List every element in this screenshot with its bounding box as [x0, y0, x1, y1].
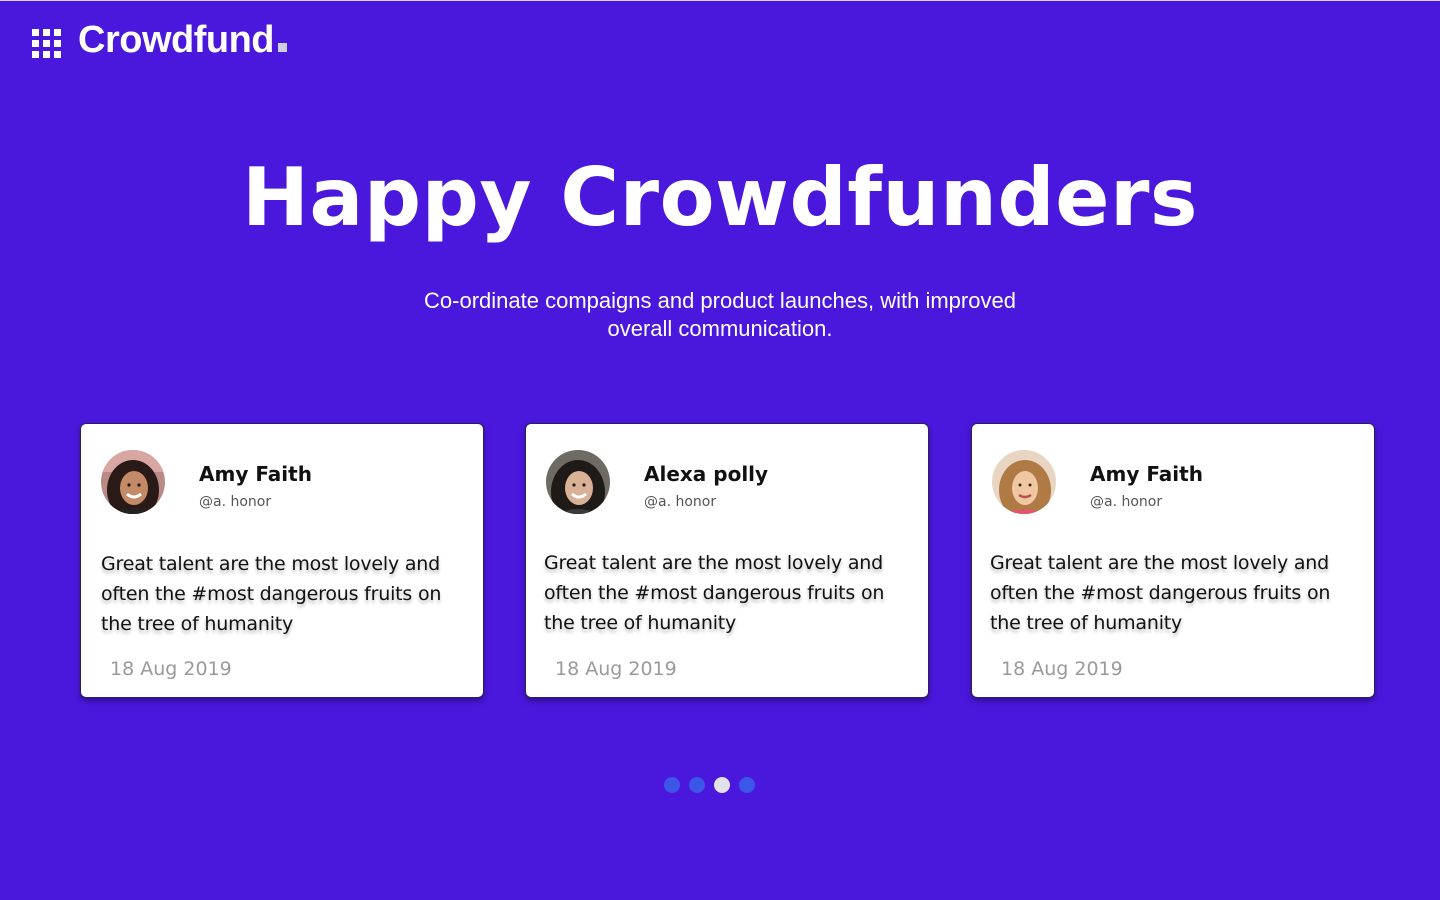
grid-icon: [32, 29, 62, 59]
testimonial-line: often the #most dangerous fruits on: [544, 582, 885, 604]
testimonial-date: 18 Aug 2019: [555, 658, 677, 680]
testimonial-date: 18 Aug 2019: [110, 658, 232, 680]
author-name: Amy Faith: [1090, 462, 1203, 486]
testimonial-text: Great talent are the most lovely and oft…: [544, 548, 914, 638]
author-handle: @a. honor: [1090, 494, 1163, 510]
brand-dot: [278, 43, 288, 52]
testimonial-card: Alexa polly @a. honor Great talent are t…: [525, 423, 929, 698]
subtitle-line-1: Co-ordinate compaigns and product launch…: [424, 288, 1016, 313]
testimonial-text: Great talent are the most lovely and oft…: [101, 549, 471, 639]
testimonial-line: the tree of humanity: [544, 612, 737, 634]
testimonial-date: 18 Aug 2019: [1001, 658, 1123, 680]
subtitle-line-2: overall communication.: [607, 316, 833, 341]
carousel-dot-2[interactable]: [689, 777, 705, 793]
author-name: Alexa polly: [644, 462, 769, 486]
carousel-pagination: [664, 777, 755, 793]
testimonial-line: Great talent are the most lovely and: [101, 553, 440, 575]
top-border: [0, 0, 1440, 1]
author-handle: @a. honor: [199, 494, 272, 510]
testimonial-line: Great talent are the most lovely and: [990, 552, 1329, 574]
testimonial-line: the tree of humanity: [101, 613, 294, 635]
carousel-dot-3[interactable]: [714, 777, 730, 793]
author-name: Amy Faith: [199, 462, 312, 486]
avatar: [992, 450, 1056, 514]
carousel-dot-1[interactable]: [664, 777, 680, 793]
author-handle: @a. honor: [644, 494, 717, 510]
testimonial-text: Great talent are the most lovely and oft…: [990, 548, 1360, 638]
avatar: [546, 450, 610, 514]
testimonial-line: often the #most dangerous fruits on: [990, 582, 1331, 604]
carousel-dot-4[interactable]: [739, 777, 755, 793]
testimonial-line: the tree of humanity: [990, 612, 1183, 634]
page-subtitle: Co-ordinate compaigns and product launch…: [380, 287, 1060, 343]
page-title: Happy Crowdfunders: [241, 151, 1199, 244]
testimonial-line: often the #most dangerous fruits on: [101, 583, 442, 605]
brand-name: Crowdfund: [78, 19, 275, 61]
testimonial-card: Amy Faith @a. honor Great talent are the…: [80, 423, 484, 698]
testimonial-card: Amy Faith @a. honor Great talent are the…: [971, 423, 1375, 698]
testimonial-line: Great talent are the most lovely and: [544, 552, 883, 574]
brand-logo[interactable]: Crowdfund: [32, 19, 288, 61]
avatar: [101, 450, 165, 514]
